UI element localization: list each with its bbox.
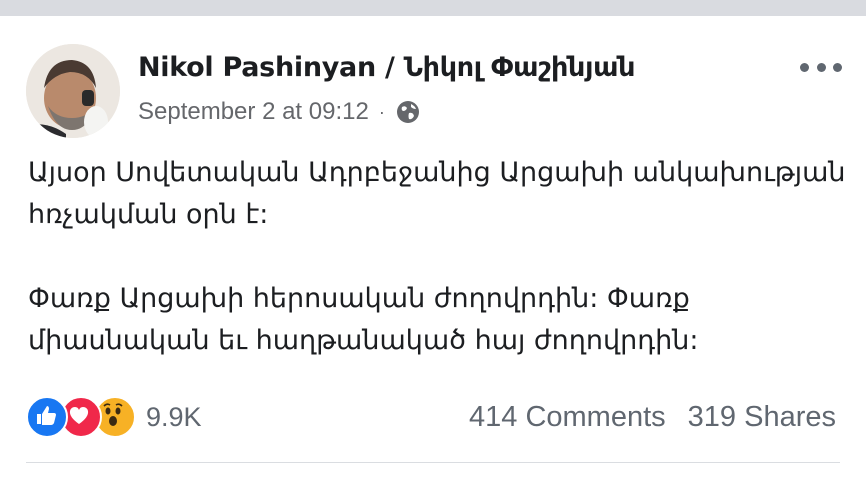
reactions-summary[interactable]: 9.9K [26,396,202,438]
post-body: Այսօր Սովետական Ադրբեջանից Արցախի անկախո… [28,152,848,362]
reaction-count: 9.9K [146,401,202,432]
globe-icon[interactable] [395,99,421,125]
divider [26,462,840,463]
post-paragraph: Այսօր Սովետական Ադրբեջանից Արցախի անկախո… [28,157,846,230]
post-meta: September 2 at 09:12 · [138,95,421,129]
more-dot [800,62,809,72]
engagement-stats: 414 Comments 319 Shares [469,396,836,438]
more-dot [816,62,826,72]
like-icon [26,396,68,438]
more-dot [833,62,842,72]
post-paragraph: Փառք Արցախի հերոսական ժողովրդին: Փառք մի… [28,283,699,356]
top-separator-band [0,0,866,16]
avatar[interactable] [26,44,120,138]
more-options-button[interactable] [800,54,842,80]
author-name[interactable]: Nikol Pashinyan / Նիկոլ Փաշինյան [138,52,636,83]
post-timestamp[interactable]: September 2 at 09:12 [138,98,369,126]
meta-separator: · [378,101,385,122]
shares-count-link[interactable]: 319 Shares [688,401,836,434]
comments-count-link[interactable]: 414 Comments [469,401,666,434]
avatar-image [26,44,120,138]
